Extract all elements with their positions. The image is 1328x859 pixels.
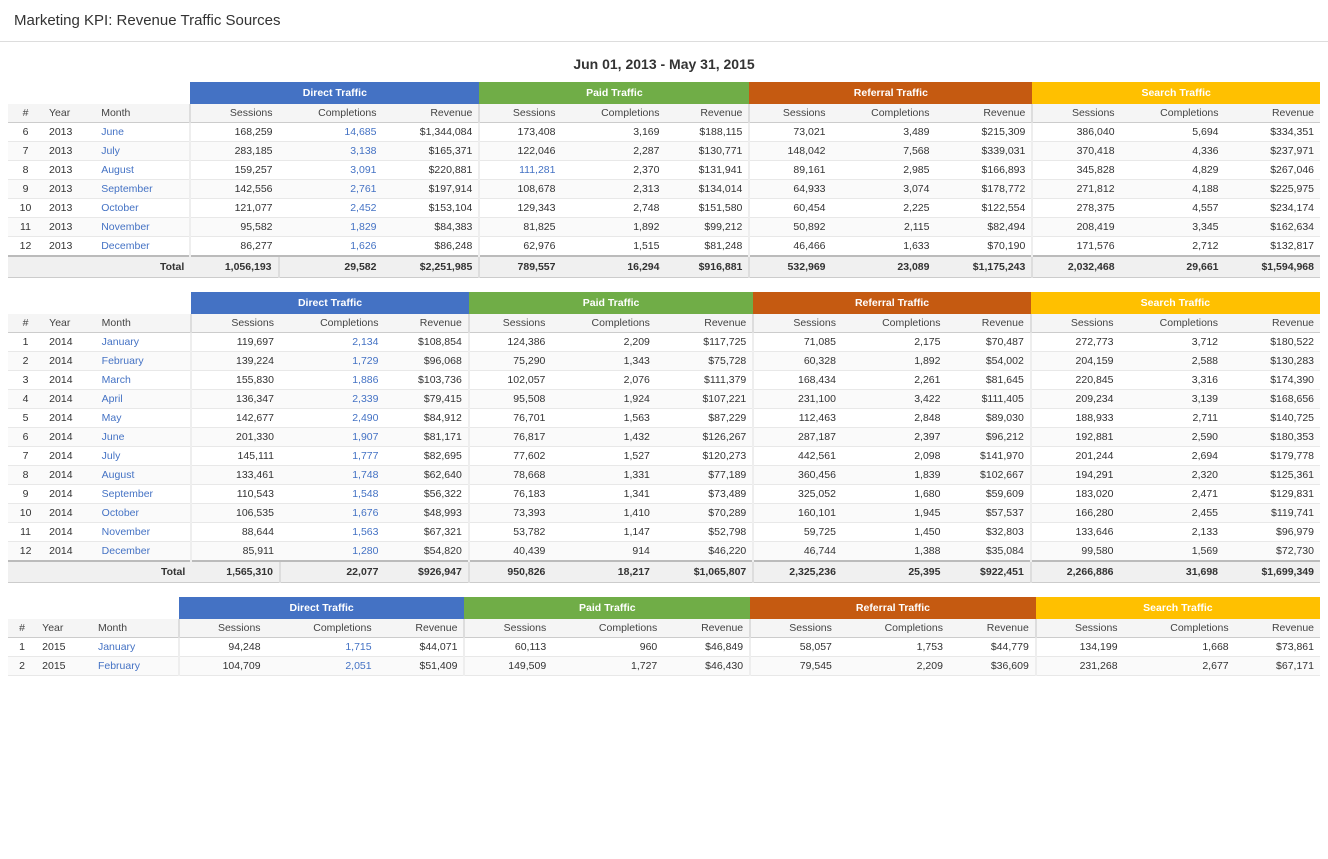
table-row: 12014January119,6972,134$108,854124,3862…: [8, 333, 1320, 352]
month-link[interactable]: March: [102, 374, 131, 386]
table-row: 92014September110,5431,548$56,32276,1831…: [8, 485, 1320, 504]
month-link[interactable]: November: [101, 221, 149, 233]
table-section-2014: Direct TrafficPaid TrafficReferral Traff…: [8, 292, 1320, 583]
table-row: 92013September142,5562,761$197,914108,67…: [8, 180, 1320, 199]
month-link[interactable]: September: [102, 488, 153, 500]
page-header: Marketing KPI: Revenue Traffic Sources: [0, 0, 1328, 42]
month-link[interactable]: February: [98, 660, 140, 672]
table-row: 122014December85,9111,280$54,82040,43991…: [8, 542, 1320, 562]
table-section-2015: Direct TrafficPaid TrafficReferral Traff…: [8, 597, 1320, 676]
table-row: 102013October121,0772,452$153,104129,343…: [8, 199, 1320, 218]
table-row: 52014May142,6772,490$84,91276,7011,563$8…: [8, 409, 1320, 428]
table-row: 112013November95,5821,829$84,38381,8251,…: [8, 218, 1320, 237]
table-row: 122013December86,2771,626$86,24862,9761,…: [8, 237, 1320, 257]
total-row: Total1,056,19329,582$2,251,985789,55716,…: [8, 256, 1320, 278]
month-link[interactable]: April: [102, 393, 123, 405]
month-link[interactable]: October: [101, 202, 138, 214]
table-row: 82013August159,2573,091$220,881111,2812,…: [8, 161, 1320, 180]
month-link[interactable]: July: [102, 450, 121, 462]
table-row: 72013July283,1853,138$165,371122,0462,28…: [8, 142, 1320, 161]
table-row: 22014February139,2241,729$96,06875,2901,…: [8, 352, 1320, 371]
month-link[interactable]: October: [102, 507, 139, 519]
month-link[interactable]: September: [101, 183, 152, 195]
month-link[interactable]: December: [102, 545, 150, 557]
table-row: 62013June168,25914,685$1,344,084173,4083…: [8, 123, 1320, 142]
table-row: 82014August133,4611,748$62,64078,6681,33…: [8, 466, 1320, 485]
month-link[interactable]: May: [102, 412, 122, 424]
month-link[interactable]: August: [102, 469, 135, 481]
page-title: Marketing KPI: Revenue Traffic Sources: [0, 0, 1328, 42]
table-section-2013: Direct TrafficPaid TrafficReferral Traff…: [8, 82, 1320, 278]
month-link[interactable]: July: [101, 145, 120, 157]
month-link[interactable]: December: [101, 240, 149, 252]
month-link[interactable]: November: [102, 526, 150, 538]
table-row: 12015January94,2481,715$44,07160,113960$…: [8, 638, 1320, 657]
month-link[interactable]: June: [101, 126, 124, 138]
month-link[interactable]: August: [101, 164, 134, 176]
month-link[interactable]: June: [102, 431, 125, 443]
table-row: 112014November88,6441,563$67,32153,7821,…: [8, 523, 1320, 542]
date-range: Jun 01, 2013 - May 31, 2015: [0, 42, 1328, 82]
month-link[interactable]: January: [102, 336, 139, 348]
table-row: 102014October106,5351,676$48,99373,3931,…: [8, 504, 1320, 523]
table-row: 62014June201,3301,907$81,17176,8171,432$…: [8, 428, 1320, 447]
content: Direct TrafficPaid TrafficReferral Traff…: [0, 82, 1328, 676]
month-link[interactable]: January: [98, 641, 135, 653]
table-row: 22015February104,7092,051$51,409149,5091…: [8, 657, 1320, 676]
table-row: 42014April136,3472,339$79,41595,5081,924…: [8, 390, 1320, 409]
total-row: Total1,565,31022,077$926,947950,82618,21…: [8, 561, 1320, 583]
table-row: 72014July145,1111,777$82,69577,6021,527$…: [8, 447, 1320, 466]
table-row: 32014March155,8301,886$103,736102,0572,0…: [8, 371, 1320, 390]
month-link[interactable]: February: [102, 355, 144, 367]
